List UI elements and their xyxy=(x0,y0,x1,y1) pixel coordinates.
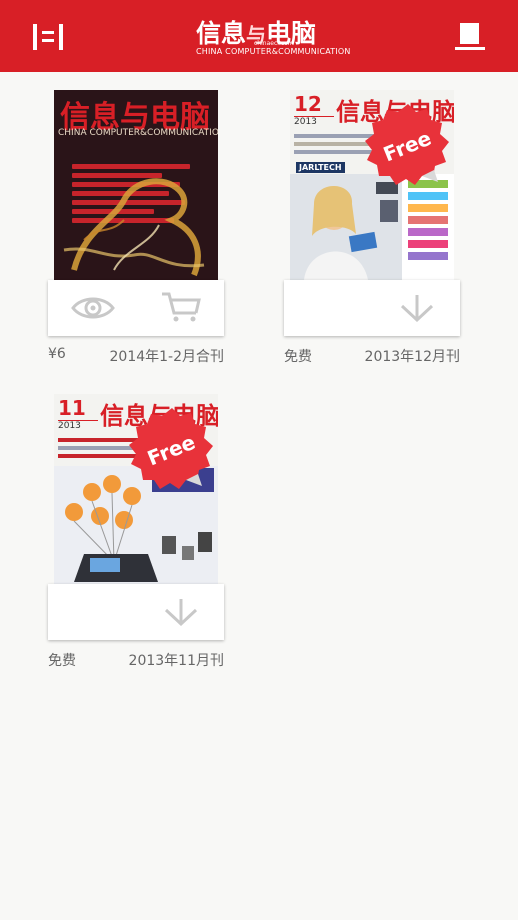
action-bar xyxy=(48,280,224,336)
horse-artwork xyxy=(63,178,205,277)
magazine-item: 信息与电脑 CHINA COMPUTER&COMMUNICATION ¥6 20… xyxy=(48,90,224,380)
price-label: 免费 xyxy=(284,349,312,365)
download-icon[interactable] xyxy=(162,596,200,630)
price-label: 免费 xyxy=(48,653,76,669)
logo-subtitle: CHINA COMPUTER&COMMUNICATION xyxy=(196,47,351,56)
action-bar xyxy=(48,584,224,640)
free-badge: Free xyxy=(129,408,213,489)
issue-label: 2013年11月刊 xyxy=(128,653,224,669)
app-logo: 信息与电脑 chinaeci.com CHINA COMPUTER&COMMUN… xyxy=(190,14,350,60)
magazine-cover[interactable]: 12 2013 信息与电脑 JARLTECH Fre xyxy=(290,90,454,280)
top-bar: 信息与电脑 chinaeci.com CHINA COMPUTER&COMMUN… xyxy=(0,0,518,72)
action-bar xyxy=(284,280,460,336)
magazine-item: 11 2013 信息与电脑 Fr xyxy=(48,394,224,684)
download-icon[interactable] xyxy=(398,292,436,326)
magazine-cover[interactable]: 信息与电脑 CHINA COMPUTER&COMMUNICATION xyxy=(54,90,218,280)
magazine-item: 12 2013 信息与电脑 JARLTECH Fre xyxy=(284,90,460,380)
menu-icon[interactable] xyxy=(30,20,66,54)
issue-number: 11 2013 xyxy=(58,398,98,431)
cover-subtitle: CHINA COMPUTER&COMMUNICATION xyxy=(58,128,218,138)
logo-url: chinaeci.com xyxy=(254,40,294,47)
free-badge: Free xyxy=(365,104,449,185)
issue-label: 2013年12月刊 xyxy=(364,349,460,365)
issue-label: 2014年1-2月合刊 xyxy=(109,349,225,365)
eye-icon[interactable] xyxy=(70,292,116,324)
price-label: ¥6 xyxy=(48,346,66,362)
magazine-cover[interactable]: 11 2013 信息与电脑 Fr xyxy=(54,394,218,584)
cover-banner: JARLTECH xyxy=(296,162,345,173)
issue-number: 12 2013 xyxy=(294,94,334,127)
bookshelf-icon[interactable] xyxy=(452,20,488,54)
cart-icon[interactable] xyxy=(160,290,202,324)
